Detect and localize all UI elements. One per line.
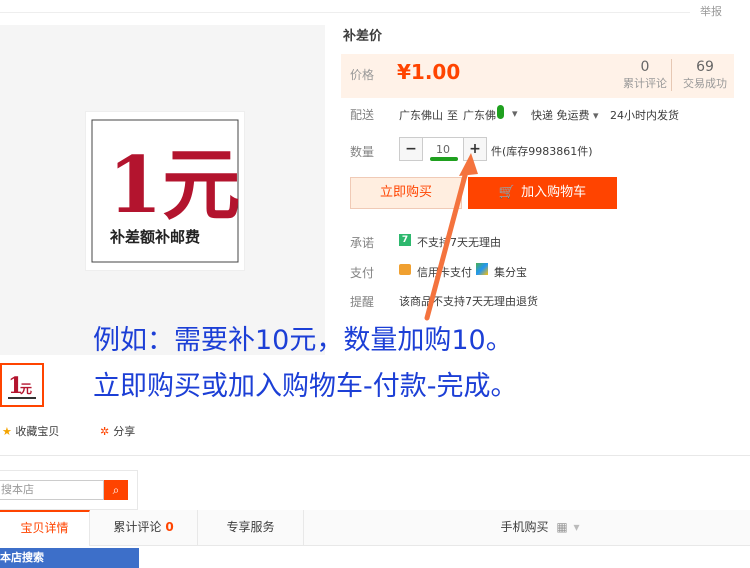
price-digit-graphic: 1元 <box>108 140 240 231</box>
sales-count-stat: 69 交易成功 <box>676 59 734 91</box>
report-link[interactable]: 举报 <box>700 3 722 19</box>
cart-icon: 🛒 <box>498 185 516 200</box>
quantity-label: 数量 <box>350 145 375 159</box>
quantity-minus-button[interactable]: − <box>399 137 423 161</box>
jifenbao-icon <box>476 263 488 275</box>
add-to-cart-label: 加入购物车 <box>521 185 587 200</box>
tab-item-details[interactable]: 宝贝详情 <box>0 510 90 546</box>
add-to-cart-button[interactable]: 🛒 加入购物车 <box>468 177 617 209</box>
tab-reviews-label: 累计评论 <box>113 520 162 534</box>
review-count: 0 <box>640 59 650 75</box>
share-label: 分享 <box>113 425 136 438</box>
tab-reviews[interactable]: 累计评论 0 <box>90 510 198 546</box>
promise-text: 不支持7天无理由 <box>417 236 501 249</box>
payment-method-credit: 信用卡支付 <box>417 266 472 279</box>
tab-reviews-count: 0 <box>165 520 174 534</box>
chevron-down-icon: ▾ <box>593 109 599 122</box>
share-icon: ✲ <box>100 425 110 438</box>
tab-mobile-label: 手机购买 <box>500 520 549 534</box>
qr-code-icon: ▦ <box>556 520 568 534</box>
search-button[interactable]: ⌕ <box>104 480 128 500</box>
promise-label: 承诺 <box>350 236 375 250</box>
favorite-item-link[interactable]: ★ 收藏宝贝 <box>2 423 59 439</box>
highlight-mark <box>497 105 504 119</box>
shop-search-heading: 本店搜索 <box>0 548 139 568</box>
delivery-destination: 广东佛 <box>463 109 496 122</box>
highlight-mark <box>430 157 458 161</box>
product-main-image[interactable]: 1元 补差额补邮费 <box>85 111 245 271</box>
delivery-to-word: 至 <box>447 109 458 122</box>
delivery-from: 广东佛山 <box>399 109 443 122</box>
delivery-label: 配送 <box>350 108 375 122</box>
sales-count: 69 <box>696 59 714 75</box>
annotation-line-2: 立即购买或加入购物车-付款-完成。 <box>93 371 518 402</box>
shop-search-input[interactable]: 搜本店 <box>0 480 104 500</box>
price-label: 价格 <box>350 68 375 82</box>
product-title: 补差价 <box>343 29 383 44</box>
express-option[interactable]: 快递 免运费 ▾ <box>531 107 599 123</box>
review-count-label: 累计评论 <box>623 77 667 90</box>
divider <box>0 12 690 13</box>
review-count-stat[interactable]: 0 累计评论 <box>619 59 672 91</box>
image-caption: 补差额补邮费 <box>109 228 200 246</box>
delivery-destination-select[interactable]: 广东佛 <box>463 107 496 123</box>
star-icon: ★ <box>2 425 12 438</box>
svg-text:元: 元 <box>20 382 32 396</box>
buy-now-button[interactable]: 立即购买 <box>350 177 462 209</box>
annotation-line-1: 例如：需要补10元，数量加购10。 <box>93 325 513 356</box>
sales-count-label: 交易成功 <box>683 77 727 90</box>
tab-exclusive-service[interactable]: 专享服务 <box>198 510 304 546</box>
quantity-plus-button[interactable]: + <box>463 137 487 161</box>
chevron-down-icon[interactable]: ▾ <box>512 107 518 120</box>
product-thumbnail[interactable]: 1 元 <box>0 363 44 407</box>
ship-time: 24小时内发货 <box>610 109 679 122</box>
credit-card-icon <box>399 264 411 275</box>
divider <box>0 455 750 456</box>
favorite-label: 收藏宝贝 <box>15 425 60 438</box>
express-label: 快递 免运费 <box>531 109 590 122</box>
reminder-text: 该商品不支持7天无理由退货 <box>399 295 538 308</box>
no-return-icon: 7 <box>399 234 411 246</box>
tab-mobile-buy[interactable]: 手机购买 ▦ ▾ <box>480 510 600 546</box>
stock-info: 件(库存9983861件) <box>491 145 593 158</box>
payment-method-jifenbao: 集分宝 <box>494 266 527 279</box>
search-icon: ⌕ <box>112 483 120 497</box>
price-value: ¥1.00 <box>397 60 461 84</box>
reminder-label: 提醒 <box>350 295 375 309</box>
share-link[interactable]: ✲ 分享 <box>100 423 135 439</box>
chevron-down-icon: ▾ <box>573 520 580 534</box>
payment-label: 支付 <box>350 266 375 280</box>
